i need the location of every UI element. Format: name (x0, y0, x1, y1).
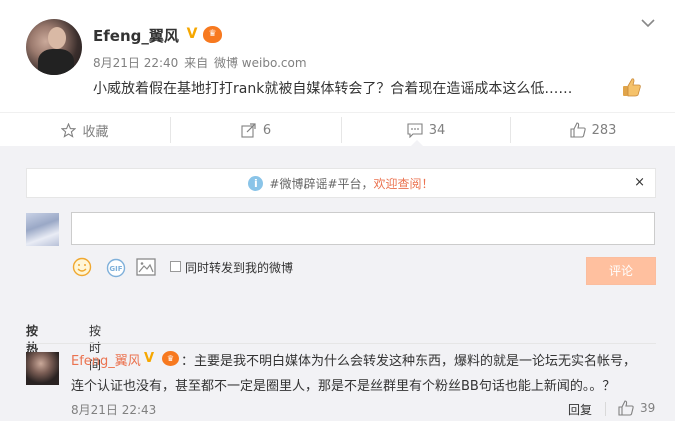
post-source[interactable]: 微博 weibo.com (214, 56, 307, 70)
thumbs-up-emoji-icon (623, 78, 641, 97)
comment-text-line2: 连个认证也没有，甚至都不一定是圈里人，那是不是丝群里有个粉丝BB句话也能上新闻的… (71, 379, 616, 394)
comment-like-count: 39 (640, 401, 656, 415)
commenter-vip-icon[interactable]: ♛ (162, 351, 179, 366)
favorite-button[interactable]: 收藏 (0, 113, 170, 147)
comment-time: 8月21日 22:43 (71, 403, 157, 417)
post-meta: 8月21日 22:40 来自 微博 weibo.com (93, 54, 309, 71)
notice-link[interactable]: 欢迎查阅！ (374, 175, 434, 192)
image-icon[interactable] (136, 258, 156, 276)
commenter-name[interactable]: Efeng_翼风 (71, 350, 141, 369)
submit-comment-button[interactable]: 评论 (586, 257, 656, 285)
star-icon (61, 122, 77, 138)
weibo-post: Efeng_翼风 V ♛ 8月21日 22:40 来自 微博 weibo.com… (0, 0, 675, 112)
comment-like-icon[interactable] (618, 400, 634, 416)
comment-panel-caret (410, 140, 424, 147)
forward-label[interactable]: 同时转发到我的微博 (185, 259, 293, 276)
vip-badge-icon[interactable]: ♛ (203, 26, 222, 43)
comment-icon (407, 122, 423, 138)
author-name[interactable]: Efeng_翼风 (93, 25, 179, 46)
close-icon[interactable]: × (634, 175, 645, 190)
post-time[interactable]: 8月21日 22:40 (93, 56, 178, 70)
svg-text:GIF: GIF (109, 265, 122, 273)
repost-button[interactable]: 6 (171, 113, 341, 147)
sort-divider (26, 343, 656, 344)
reply-button[interactable]: 回复 (568, 401, 592, 418)
current-user-avatar[interactable] (26, 213, 59, 246)
source-prefix: 来自 (184, 56, 209, 70)
comment-button[interactable]: 34 (342, 113, 510, 147)
comment-count: 34 (428, 122, 446, 138)
favorite-label: 收藏 (82, 124, 109, 140)
thumbs-up-icon (570, 122, 586, 138)
like-count: 283 (591, 122, 617, 138)
comment-text-line1: ：主要是我不明白媒体为什么会转发这种东西，爆料的就是一论坛无实名帐号， (181, 354, 637, 369)
comment-action-divider (605, 402, 606, 416)
repost-count: 6 (262, 122, 272, 138)
author-avatar[interactable] (26, 19, 82, 75)
forward-checkbox[interactable] (170, 261, 181, 272)
post-text: 小威放着假在基地打打rank就被自媒体转会了？合着现在造谣成本这么低…… (93, 81, 573, 97)
repost-icon (241, 122, 256, 138)
post-action-bar: 收藏 6 34 283 (0, 112, 675, 146)
commenter-avatar[interactable] (26, 352, 59, 385)
info-icon: i (248, 175, 264, 191)
notice-text[interactable]: #微博辟谣#平台， (269, 175, 373, 192)
comment-input[interactable] (71, 212, 655, 245)
like-button[interactable]: 283 (511, 113, 675, 147)
rumor-notice-banner: i #微博辟谣#平台， 欢迎查阅！ × (26, 168, 656, 198)
commenter-verified-icon[interactable]: V (144, 351, 154, 366)
chevron-down-icon[interactable] (641, 18, 655, 28)
gif-icon[interactable]: GIF (106, 258, 126, 278)
verified-badge-icon[interactable]: V (184, 26, 200, 42)
emoji-icon[interactable] (72, 257, 92, 277)
